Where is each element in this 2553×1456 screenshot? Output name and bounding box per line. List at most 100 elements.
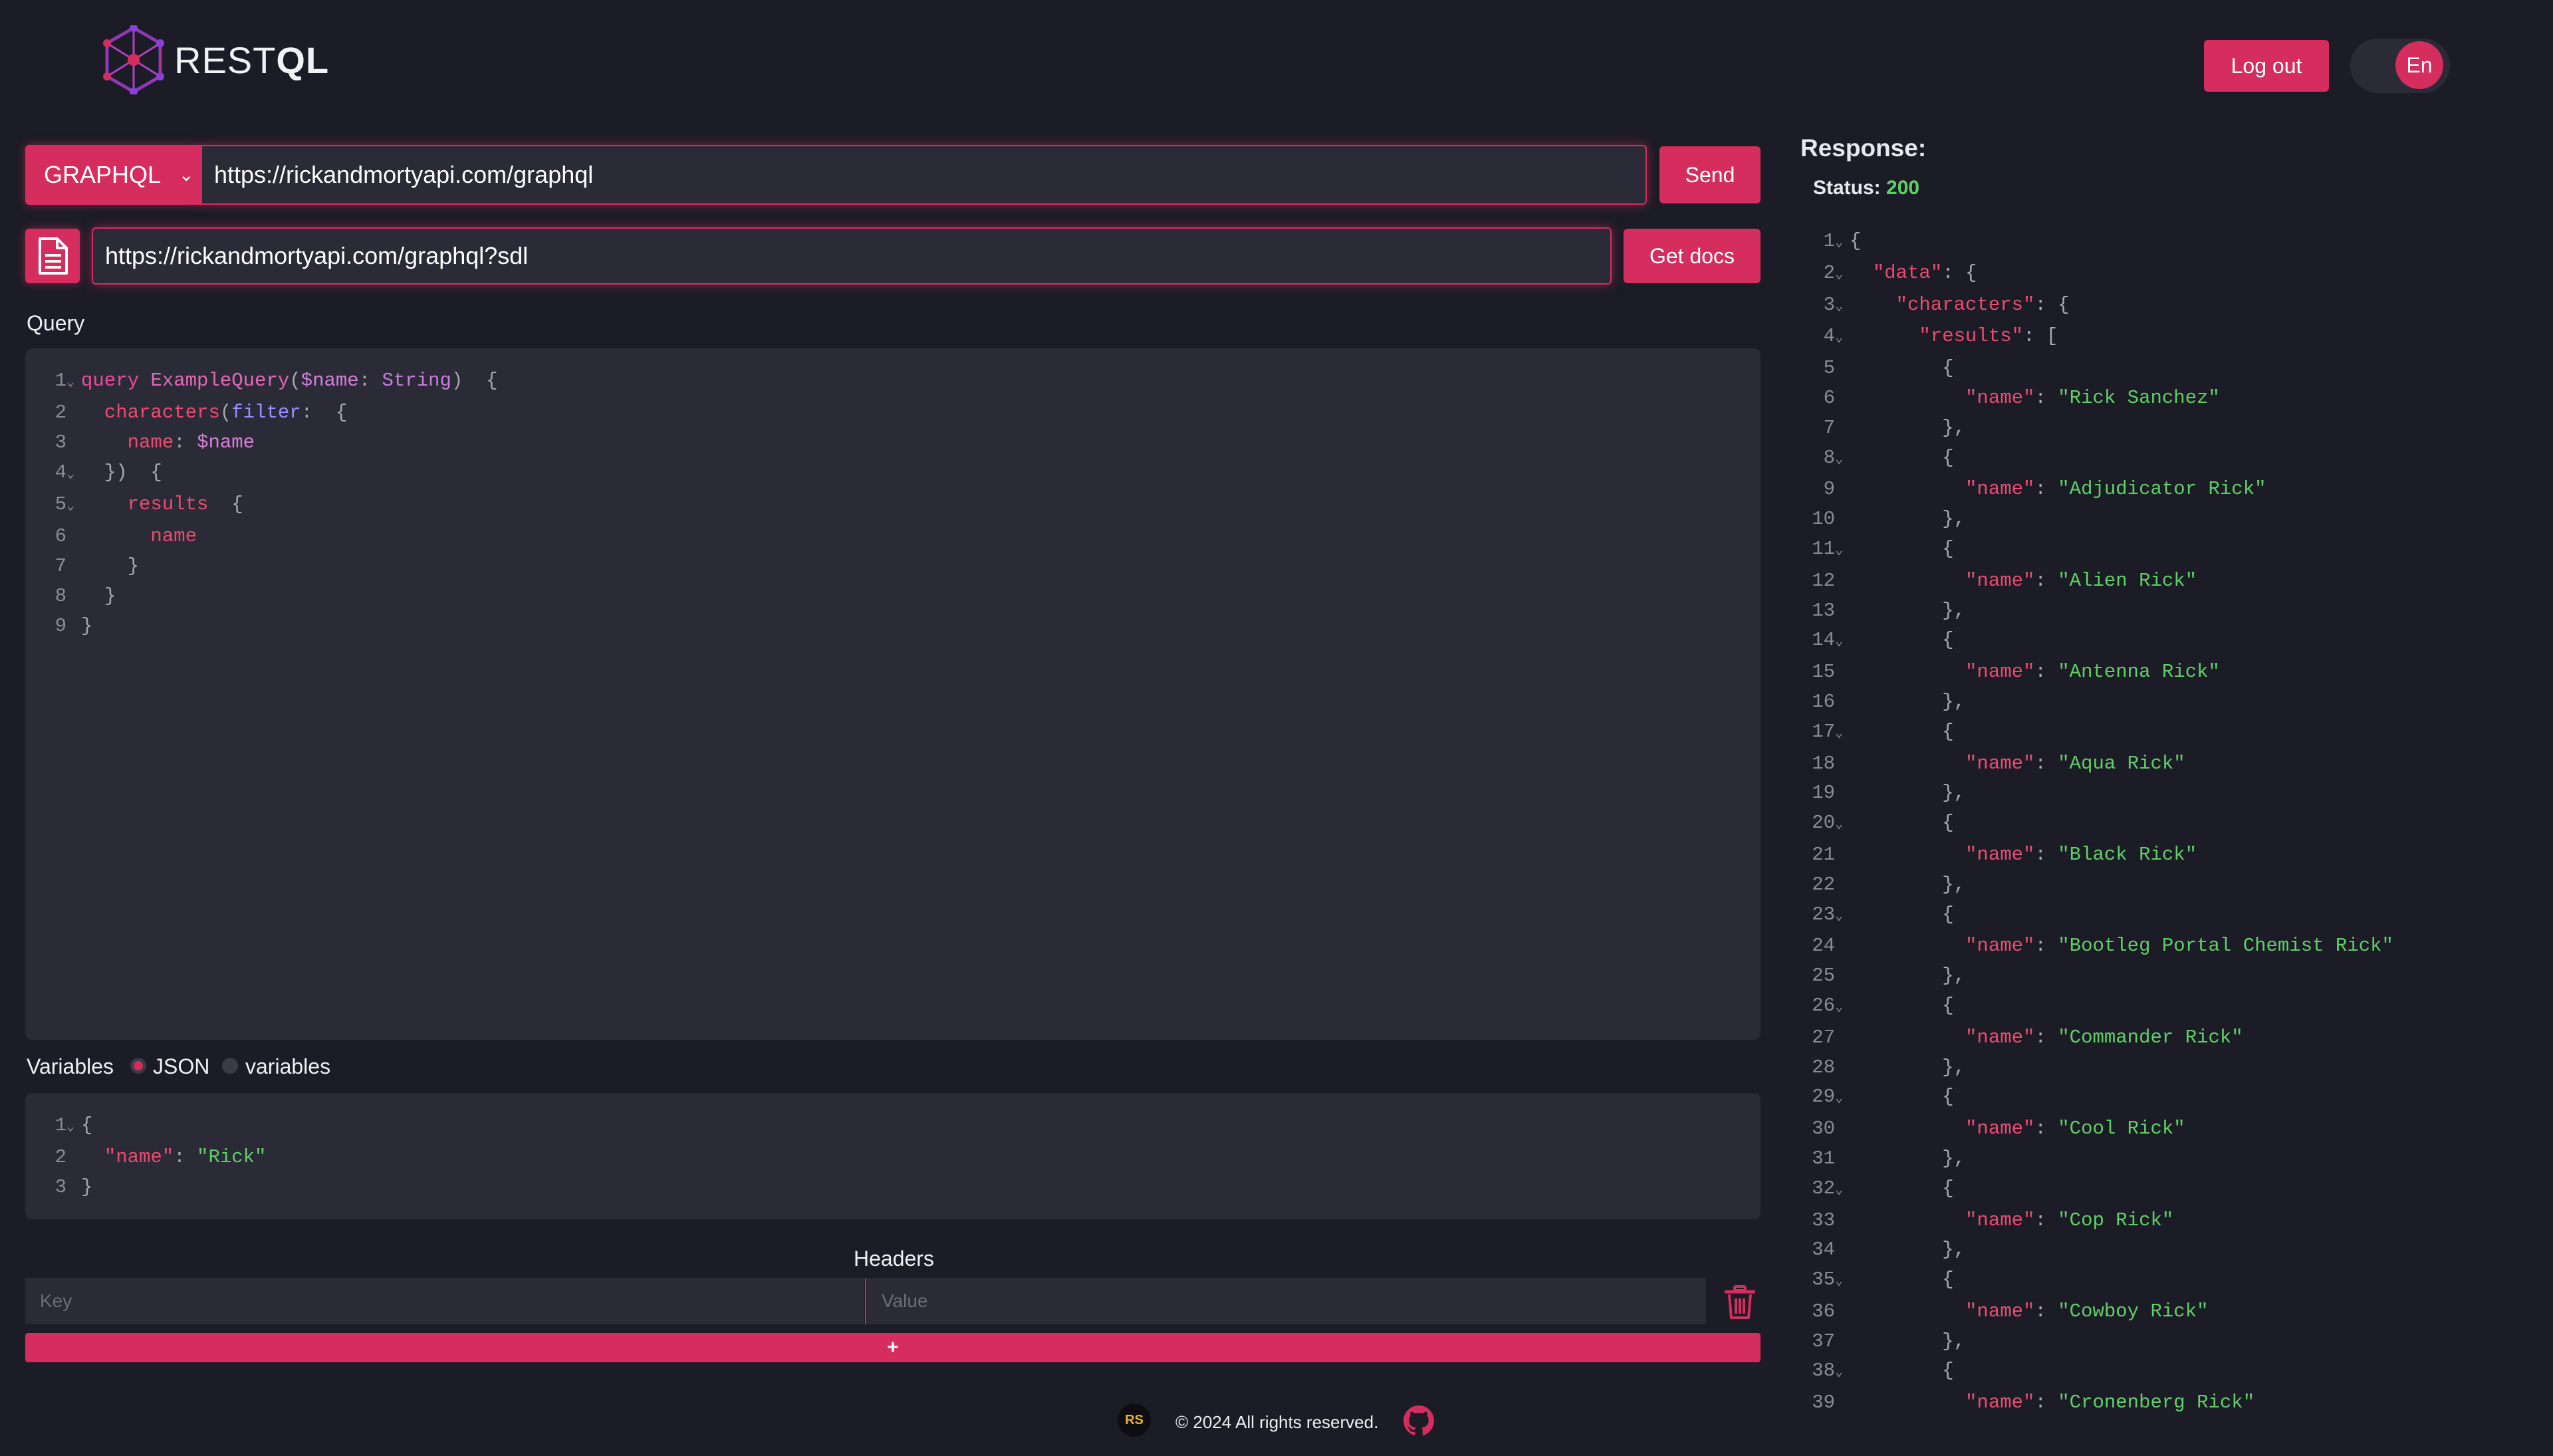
code-line: 7 } [55,555,140,577]
code-line: 3 name: $name [55,431,255,453]
code-line: 5⌄ results { [55,493,243,515]
code-line: 22 }, [1812,873,1966,896]
code-line: 23⌄ { [1812,903,1954,925]
code-line: 12 "name": "Alien Rick" [1812,569,2197,592]
code-line: 4⌄ }) { [55,461,162,483]
code-line: 9 "name": "Adjudicator Rick" [1823,478,2266,501]
variables-mode-json-radio[interactable] [130,1058,146,1074]
code-line: 2 characters(filter: { [55,402,348,424]
logo-text-light: REST [174,39,277,81]
response-name-value: "Commander Rick" [2058,1026,2243,1048]
code-line: 6 name [55,525,197,547]
logo-text: RESTQL [174,39,329,82]
header-input-divider [865,1278,866,1324]
code-line: 20⌄ { [1812,812,1954,834]
variables-editor[interactable]: 1⌄{ 2 "name": "Rick" 3} [25,1093,1761,1219]
headers-label: Headers [854,1247,934,1271]
code-line: 26⌄ { [1812,994,1954,1017]
code-line: 27 "name": "Commander Rick" [1812,1026,2243,1048]
code-line: 8⌄ { [1823,446,1954,469]
response-name-value: "Bootleg Portal Chemist Rick" [2058,935,2393,957]
response-name-value: "Cool Rick" [2058,1118,2185,1140]
code-line: 17⌄ { [1812,720,1954,743]
query-label: Query [27,311,85,335]
logout-button[interactable]: Log out [2204,40,2329,92]
code-line: 9} [55,615,93,637]
code-line: 11⌄ { [1812,537,1954,560]
query-editor[interactable]: 1⌄ query ExampleQuery($name: String) { 2 c… [25,348,1761,1040]
add-header-button[interactable]: + [25,1333,1761,1362]
method-select[interactable]: GRAPHQL ⌄ [25,145,201,205]
code-line: 29⌄ { [1812,1086,1954,1108]
response-name-value: "Alien Rick" [2058,569,2197,592]
query-code[interactable]: 1⌄ query ExampleQuery($name: String) { 2 c… [40,366,498,641]
code-line: 25 }, [1812,965,1966,987]
send-button[interactable]: Send [1659,146,1761,203]
code-line: 37 }, [1812,1330,1966,1352]
variables-mode-variables-label[interactable]: variables [245,1054,330,1079]
code-line: 32⌄ { [1812,1177,1954,1199]
variables-mode-json-label[interactable]: JSON [153,1054,209,1079]
code-line: 24 "name": "Bootleg Portal Chemist Rick" [1812,935,2393,957]
code-line: 28 }, [1812,1056,1966,1078]
code-line: 31 }, [1812,1147,1966,1169]
code-line: 1⌄{ [55,1114,93,1136]
code-line: 3} [55,1176,93,1198]
code-line: 36 "name": "Cowboy Rick" [1812,1300,2209,1322]
variables-label: Variables [27,1054,114,1078]
variables-code[interactable]: 1⌄{ 2 "name": "Rick" 3} [40,1110,267,1202]
code-line: 35⌄ { [1812,1269,1954,1291]
response-name-value: "Adjudicator Rick" [2058,478,2266,501]
docs-toggle-button[interactable] [25,229,80,283]
code-line: 19 }, [1812,782,1966,804]
logo-text-bold: QL [276,39,330,81]
code-line: 30 "name": "Cool Rick" [1812,1118,2185,1140]
response-name-value: "Black Rick" [2058,843,2197,866]
code-line: 6 "name": "Rick Sanchez" [1823,386,2220,409]
code-line: 38⌄ { [1812,1360,1954,1382]
code-line: 1⌄ query ExampleQuery($name: String) { [55,370,498,392]
copyright-text: © 2024 All rights reserved. [1175,1412,1379,1432]
document-icon [39,237,68,275]
response-name-value: "Cowboy Rick" [2058,1300,2209,1322]
code-line: 10 }, [1812,508,1966,531]
code-line: 8 } [55,585,116,607]
status-code: 200 [1886,177,1920,199]
code-line: 4⌄ "results": [ [1823,325,2058,348]
code-line: 7 }, [1823,416,1966,439]
response-name-value: "Aqua Rick" [2058,752,2185,775]
response-name-value: "Cop Rick" [2058,1209,2174,1231]
trash-icon[interactable] [1725,1285,1755,1320]
status-label: Status: [1813,177,1881,199]
code-line: 5 { [1823,357,1954,380]
rs-school-logo[interactable]: RS [1118,1403,1151,1437]
code-line: 2 "name": "Rick" [55,1146,267,1168]
method-select-value: GRAPHQL [44,161,162,188]
response-name-value: "Antenna Rick" [2058,661,2220,683]
logo-icon [103,25,164,94]
code-line: 33 "name": "Cop Rick" [1812,1209,2174,1231]
code-line: 13 }, [1812,599,1966,622]
sdl-url-input[interactable] [92,227,1612,285]
variables-mode-variables-radio[interactable] [222,1058,238,1074]
code-line: 34 }, [1812,1239,1966,1261]
response-viewer[interactable]: 1⌄{2⌄ "data": {3⌄ "characters": {4⌄ "res… [1788,227,2393,1418]
endpoint-url-input[interactable] [201,145,1647,205]
code-line: 18 "name": "Aqua Rick" [1812,752,2185,775]
code-line: 21 "name": "Black Rick" [1812,843,2197,866]
response-title: Response: [1800,134,1927,162]
get-docs-button[interactable]: Get docs [1624,229,1761,283]
code-line: 14⌄ { [1812,629,1954,652]
language-toggle-knob[interactable]: En [2395,41,2443,89]
code-line: 39 "name": "Cronenberg Rick" [1812,1392,2255,1414]
response-name-value: "Rick Sanchez" [2058,386,2220,409]
response-name-value: "Cronenberg Rick" [2058,1392,2255,1414]
github-icon[interactable] [1403,1405,1434,1436]
code-line: 15 "name": "Antenna Rick" [1812,661,2220,683]
code-line: 1⌄{ [1823,230,1862,252]
code-line: 3⌄ "characters": { [1823,293,2070,316]
header-key-input[interactable] [25,1278,864,1324]
chevron-down-icon: ⌄ [178,164,194,185]
response-status: Status: 200 [1813,177,1919,199]
header-value-input[interactable] [867,1278,1706,1324]
